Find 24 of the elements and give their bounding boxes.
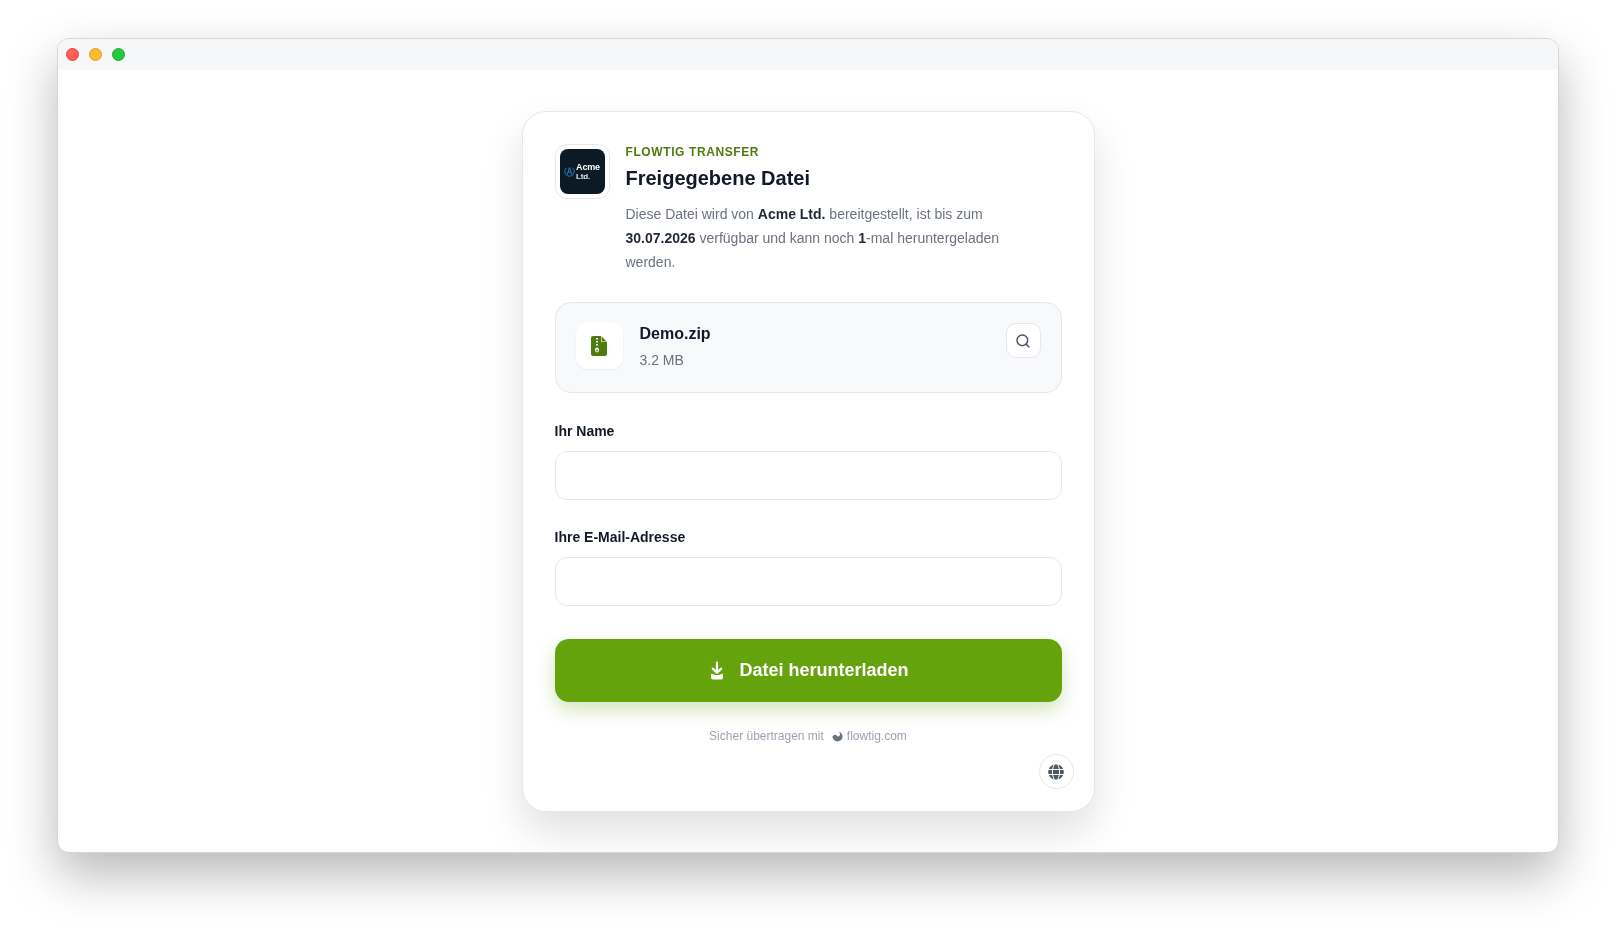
search-icon [1015,332,1031,349]
input-field[interactable] [554,557,1062,607]
preview-search-button[interactable] [1005,323,1041,358]
close-window-icon[interactable] [66,48,79,61]
input-field[interactable] [554,451,1062,501]
logo-subtext: Ltd. [576,172,592,181]
brand-eyebrow: FLOWTIG TRANSFER [625,144,760,160]
zip-file-icon [591,335,607,356]
file-size: 3.2 MB [639,351,684,370]
maximize-window-icon[interactable] [112,48,125,61]
flowtig-link[interactable]: flowtig.com [846,728,907,744]
language-button[interactable] [1038,754,1074,789]
footer-text: Sicher übertragen mit [709,728,824,744]
logo-text: Acme [576,162,600,172]
globe-icon [1048,763,1064,780]
field-label: Ihr Name [554,422,615,442]
download-button[interactable]: Datei herunterladen [554,639,1062,702]
file-name: Demo.zip [639,324,711,344]
file-description: Diese Datei wird von Acme Ltd. bereitgestellt, ist bis zum 30.07.2026 verfügbar und kann noch 1-mal heruntergeladen werden. [625,205,1001,272]
field-label: Ihre E-Mail-Adresse [554,528,686,548]
swirl-logo-icon [831,730,843,742]
minimize-window-icon[interactable] [89,48,102,61]
card-title: Freigegebene Datei [625,166,810,191]
logo-mark-icon [564,166,576,177]
